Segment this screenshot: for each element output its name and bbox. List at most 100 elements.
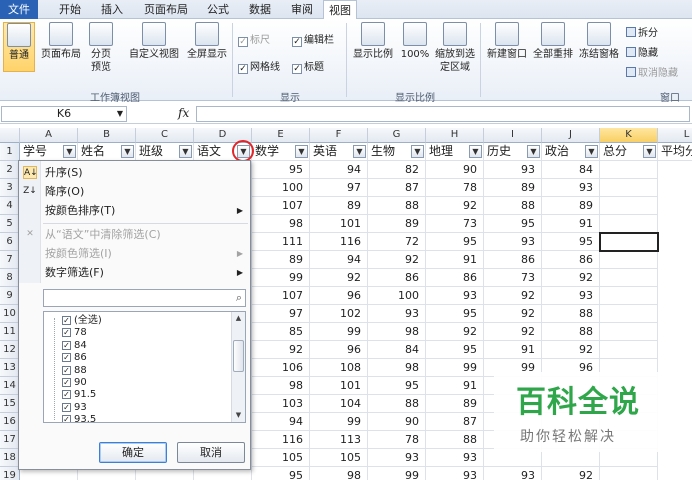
table-cell[interactable] [600,341,658,359]
filter-list-item[interactable]: ✓ (全选) [62,314,102,327]
filter-list-item[interactable]: ✓ 93 [62,401,87,414]
table-cell[interactable] [600,179,658,197]
table-cell[interactable]: 95 [426,233,484,251]
sort-by-color-item[interactable]: 按颜色排序(T) ▶ [19,201,250,220]
table-cell[interactable]: 98 [252,215,310,233]
column-header[interactable]: F [310,128,368,143]
table-cell[interactable]: 92 [310,269,368,287]
table-cell[interactable]: 101 [310,377,368,395]
filter-dropdown-icon[interactable]: ▼ [585,145,598,158]
hide-button[interactable]: 隐藏 [626,47,658,60]
table-cell[interactable]: 87 [368,179,426,197]
table-cell[interactable]: 97 [310,179,368,197]
filter-dropdown-icon[interactable]: ▼ [469,145,482,158]
table-cell[interactable]: 99 [252,269,310,287]
scroll-up-icon[interactable]: ▲ [232,312,245,325]
row-header[interactable]: 9 [0,287,20,305]
column-header[interactable]: E [252,128,310,143]
table-cell[interactable]: 88 [368,395,426,413]
tab-file[interactable]: 文件 [0,0,38,19]
table-cell[interactable] [600,287,658,305]
table-cell[interactable] [600,323,658,341]
table-cell[interactable]: 95 [426,341,484,359]
normal-view-button[interactable]: 普通 [3,22,35,72]
sort-ascending-item[interactable]: A↓ 升序(S) [19,163,250,182]
table-cell[interactable]: 99 [426,359,484,377]
table-cell[interactable]: 100 [368,287,426,305]
table-cell[interactable]: 88 [426,431,484,449]
table-cell[interactable]: 93 [368,449,426,467]
table-cell[interactable]: 88 [542,323,600,341]
row-header[interactable]: 5 [0,215,20,233]
row-header[interactable]: 10 [0,305,20,323]
table-cell[interactable]: 106 [252,359,310,377]
chevron-down-icon[interactable]: ▼ [117,107,123,121]
table-cell[interactable]: 95 [368,377,426,395]
table-cell[interactable]: 92 [426,197,484,215]
table-cell[interactable]: 111 [252,233,310,251]
row-header[interactable]: 16 [0,413,20,431]
table-cell[interactable]: 84 [368,341,426,359]
column-header[interactable]: L [658,128,692,143]
table-cell[interactable]: 105 [252,449,310,467]
table-cell[interactable]: 100 [252,179,310,197]
arrange-all-button[interactable]: 全部重排 [530,22,576,72]
table-cell[interactable]: 78 [368,431,426,449]
column-header[interactable]: B [78,128,136,143]
page-break-preview-button[interactable]: 分页预览 [86,22,116,84]
tab-view[interactable]: 视图 [323,0,357,20]
filter-list-item[interactable]: ✓ 84 [62,339,87,352]
table-cell[interactable]: 89 [310,197,368,215]
formula-input[interactable] [196,106,690,122]
column-header[interactable]: J [542,128,600,143]
row-header[interactable]: 18 [0,449,20,467]
tab-insert[interactable]: 插入 [94,0,130,19]
column-header[interactable]: I [484,128,542,143]
table-cell[interactable]: 93 [426,467,484,480]
ruler-checkbox[interactable]: ✓ 标尺 [238,34,270,47]
checkbox-icon[interactable]: ✓ [62,316,71,325]
scroll-down-icon[interactable]: ▼ [232,409,245,422]
table-cell[interactable]: 107 [252,287,310,305]
table-cell[interactable]: 89 [252,251,310,269]
table-cell[interactable]: 116 [252,431,310,449]
table-cell[interactable]: 92 [368,251,426,269]
row-header[interactable]: 3 [0,179,20,197]
row-header[interactable]: 13 [0,359,20,377]
row-header[interactable]: 12 [0,341,20,359]
table-cell[interactable]: 89 [542,197,600,215]
filter-list-item[interactable]: ✓ 78 [62,326,87,339]
table-cell[interactable]: 93 [542,287,600,305]
sort-descending-item[interactable]: Z↓ 降序(O) [19,182,250,201]
table-cell[interactable]: 85 [252,323,310,341]
table-cell[interactable]: 99 [310,323,368,341]
column-header[interactable]: A [20,128,78,143]
filter-dropdown-icon[interactable]: ▼ [353,145,366,158]
new-window-button[interactable]: 新建窗口 [484,22,530,72]
gridlines-checkbox[interactable]: ✓ 网格线 [238,61,280,74]
row-header[interactable]: 6 [0,233,20,251]
number-filters-item[interactable]: 数字筛选(F) ▶ [19,263,250,282]
table-cell[interactable] [600,251,658,269]
tab-review[interactable]: 审阅 [284,0,320,19]
table-cell[interactable]: 95 [426,305,484,323]
table-cell[interactable]: 92 [426,323,484,341]
tab-data[interactable]: 数据 [242,0,278,19]
table-cell[interactable]: 86 [542,251,600,269]
filter-list-item[interactable]: ✓ 90 [62,376,87,389]
filter-list-item[interactable]: ✓ 91.5 [62,388,96,401]
table-cell[interactable]: 104 [310,395,368,413]
table-cell[interactable]: 92 [542,341,600,359]
table-cell[interactable]: 87 [426,413,484,431]
table-cell[interactable]: 73 [484,269,542,287]
table-cell[interactable]: 101 [310,215,368,233]
table-cell[interactable]: 91 [426,377,484,395]
scroll-thumb[interactable] [233,340,244,372]
table-cell[interactable]: 96 [310,287,368,305]
table-cell[interactable]: 88 [542,305,600,323]
table-cell[interactable]: 96 [310,341,368,359]
table-cell[interactable]: 89 [368,215,426,233]
table-cell[interactable]: 92 [542,467,600,480]
table-cell[interactable]: 73 [426,215,484,233]
checkbox-icon[interactable]: ✓ [62,353,71,363]
